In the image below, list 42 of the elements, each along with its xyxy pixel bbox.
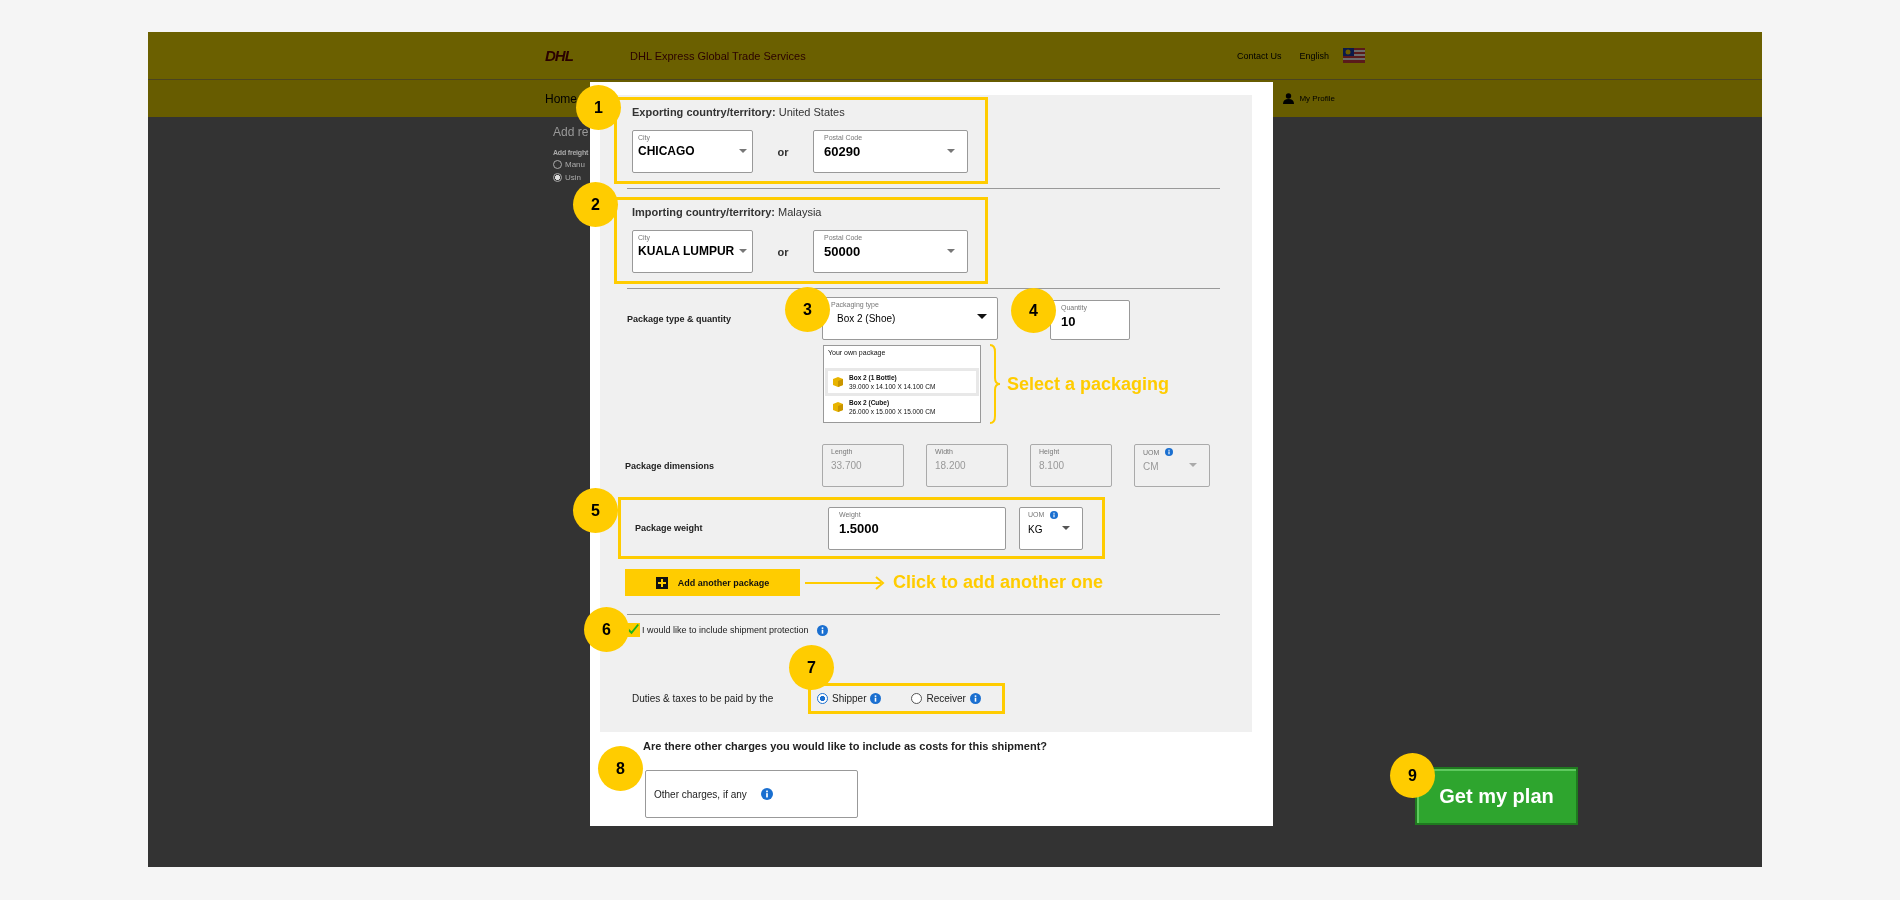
question-text: Are there other charges you would like to include as costs for this shipment? (643, 740, 1049, 752)
radio-button[interactable] (553, 173, 562, 182)
option-label: Usin (565, 173, 581, 182)
duties-label: Duties & taxes to be paid by the (632, 693, 775, 704)
info-icon[interactable] (969, 693, 981, 704)
or-label: or (776, 145, 790, 158)
row-label: Package dimensions (625, 460, 716, 471)
callout-text: Click to add another one (893, 572, 1104, 593)
radio-label: Shipper (832, 693, 867, 704)
caret-icon (1189, 463, 1197, 467)
add-package-button[interactable]: Add another package (625, 569, 800, 596)
caret-icon (739, 149, 747, 153)
info-icon[interactable] (761, 788, 773, 800)
step-badge: 9 (1390, 753, 1435, 798)
checkbox-label: I would like to include shipment protection (642, 625, 809, 635)
location-title: Exporting country/territory: United States (632, 106, 846, 118)
caret-icon (1062, 525, 1070, 530)
user-icon (1283, 93, 1295, 104)
caret-icon (739, 249, 747, 253)
info-icon[interactable] (1050, 510, 1059, 519)
step-badge: 8 (598, 746, 643, 791)
radio-button[interactable] (817, 693, 828, 704)
flag-icon (1343, 48, 1365, 63)
caret-icon (977, 314, 987, 319)
box-icon (832, 375, 844, 388)
option-label: Manu (565, 160, 585, 169)
other-charges-field[interactable]: Other charges, if any (645, 770, 858, 818)
or-label: or (776, 245, 790, 258)
radio-button[interactable] (911, 693, 923, 704)
location-title: Importing country/territory: Malaysia (632, 206, 823, 218)
brand-title: DHL Express Global Trade Services (630, 49, 806, 62)
info-icon[interactable] (816, 624, 828, 636)
callout-text: Select a packaging (1007, 373, 1170, 395)
info-icon[interactable] (870, 693, 882, 704)
caret-icon (947, 149, 955, 153)
row-label: Package type & quantity (627, 313, 733, 324)
box-icon (832, 401, 844, 414)
row-label: Package weight (635, 523, 704, 533)
caret-icon (947, 249, 955, 253)
radio-label: Receiver (926, 693, 966, 704)
plus-icon (655, 576, 668, 589)
brace-icon (989, 344, 1001, 424)
